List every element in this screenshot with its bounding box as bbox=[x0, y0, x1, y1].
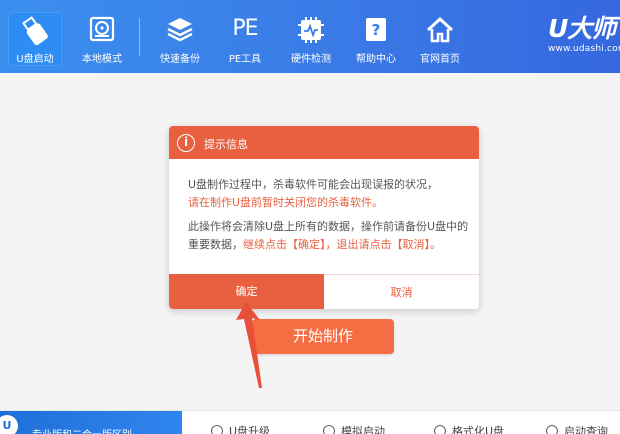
toolbar-item-official-site[interactable]: 官网首页 bbox=[414, 12, 466, 66]
top-toolbar: U盘启动 本地模式 快速备份 PE PE工具 硬件检测 ? 帮助中心 官网首页 … bbox=[0, 0, 620, 73]
annotation-arrow-icon bbox=[236, 302, 262, 388]
bottom-item-usb-upgrade[interactable]: U盘升级 bbox=[211, 423, 270, 434]
simulate-icon bbox=[323, 425, 335, 434]
dialog-line-1: U盘制作过程中，杀毒软件可能会出现误报的状况， bbox=[188, 178, 439, 191]
promo-text: 专业版和二合一版区别 bbox=[32, 426, 132, 434]
hardware-chip-icon bbox=[297, 16, 325, 47]
upgrade-icon bbox=[211, 425, 223, 434]
toolbar-item-usb-boot[interactable]: U盘启动 bbox=[8, 12, 62, 66]
dialog-title: 提示信息 bbox=[204, 138, 248, 151]
help-book-icon: ? bbox=[364, 16, 388, 47]
local-disk-icon bbox=[89, 16, 115, 47]
toolbar-item-quick-backup[interactable]: 快速备份 bbox=[154, 12, 206, 66]
udashi-badge-icon: U bbox=[0, 415, 18, 434]
toolbar-label-quick-backup: 快速备份 bbox=[160, 54, 200, 65]
toolbar-item-help-center[interactable]: ? 帮助中心 bbox=[350, 12, 402, 66]
toolbar-item-hardware-check[interactable]: 硬件检测 bbox=[285, 12, 337, 66]
dialog-para2-instructions: 继续点击【确定】，退出请点击【取消】。 bbox=[243, 238, 441, 251]
brand-logo: U大师 www.udashi.com bbox=[548, 14, 620, 55]
bottom-item-format-usb[interactable]: 格式化U盘 bbox=[434, 423, 504, 434]
start-make-button[interactable]: 开始制作 bbox=[252, 319, 394, 354]
toolbar-label-official-site: 官网首页 bbox=[420, 54, 460, 65]
toolbar-label-help-center: 帮助中心 bbox=[356, 54, 396, 65]
toolbar-item-local-mode[interactable]: 本地模式 bbox=[76, 12, 128, 66]
bottom-item-simulate-boot[interactable]: 模拟启动 bbox=[323, 423, 385, 434]
home-icon bbox=[426, 16, 454, 47]
bottom-item-label: U盘升级 bbox=[229, 425, 271, 434]
dialog-line-2-warning: 请在制作U盘前暂时关闭您的杀毒软件。 bbox=[188, 196, 384, 209]
promo-banner[interactable]: U 专业版和二合一版区别 bbox=[0, 411, 182, 434]
format-icon bbox=[434, 425, 446, 434]
bottom-item-label: 格式化U盘 bbox=[452, 425, 505, 434]
bottom-item-label: 启动查询 bbox=[564, 425, 608, 434]
query-icon bbox=[546, 425, 558, 434]
toolbar-label-usb-boot: U盘启动 bbox=[16, 54, 54, 65]
cancel-button[interactable]: 取消 bbox=[324, 274, 479, 309]
brand-logo-text: U大师 bbox=[548, 14, 616, 43]
dialog-paragraph-2: 此操作将会清除U盘上所有的数据，操作前请备份U盘中的重要数据，继续点击【确定】，… bbox=[188, 218, 473, 254]
toolbar-label-pe-tools: PE工具 bbox=[228, 54, 262, 65]
usb-drive-icon bbox=[22, 16, 48, 49]
notice-dialog: i 提示信息 U盘制作过程中，杀毒软件可能会出现误报的状况， 请在制作U盘前暂时… bbox=[169, 126, 479, 309]
bottom-item-label: 模拟启动 bbox=[341, 425, 385, 434]
dialog-message: U盘制作过程中，杀毒软件可能会出现误报的状况， 请在制作U盘前暂时关闭您的杀毒软… bbox=[188, 176, 473, 254]
toolbar-divider bbox=[139, 18, 140, 56]
brand-url: www.udashi.com bbox=[548, 44, 620, 54]
bottom-item-boot-query[interactable]: 启动查询 bbox=[546, 423, 608, 434]
toolbar-label-local-mode: 本地模式 bbox=[82, 54, 122, 65]
svg-text:?: ? bbox=[372, 21, 381, 39]
toolbar-label-hardware-check: 硬件检测 bbox=[291, 54, 331, 65]
bottom-bar: U 专业版和二合一版区别 U盘升级 模拟启动 格式化U盘 启动查询 bbox=[0, 410, 620, 434]
layers-icon bbox=[166, 16, 194, 47]
pe-text-icon: PE bbox=[232, 16, 258, 41]
info-icon: i bbox=[177, 134, 195, 152]
toolbar-item-pe-tools[interactable]: PE PE工具 bbox=[220, 12, 270, 66]
dialog-header: i 提示信息 bbox=[169, 126, 479, 159]
